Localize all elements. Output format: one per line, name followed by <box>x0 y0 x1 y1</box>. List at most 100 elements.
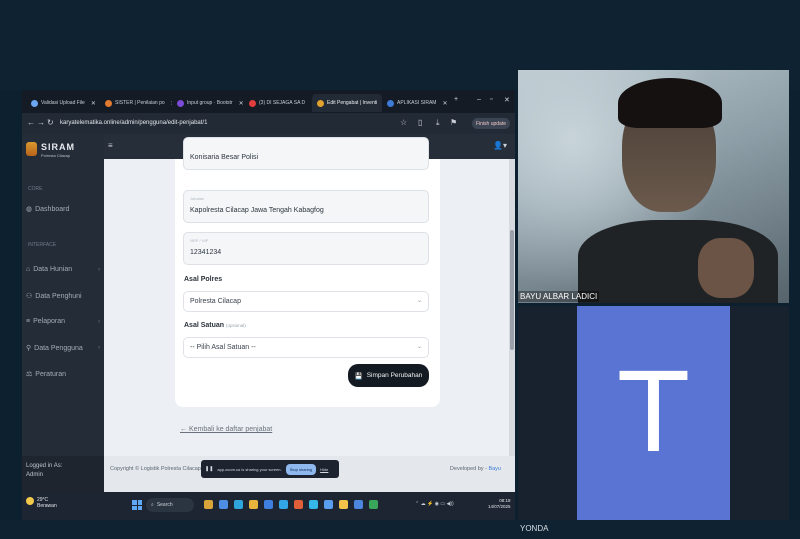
close-icon[interactable]: ✕ <box>91 100 96 107</box>
url-field[interactable]: karyatelematika.online/admin/pengguna/ed… <box>60 120 207 126</box>
star-icon[interactable]: ☆ <box>400 118 407 127</box>
polres-select[interactable]: Polresta Cilacap ⌄ <box>183 291 429 312</box>
taskbar-app-icon[interactable] <box>234 500 243 509</box>
developer-credit: Developed by - Bayu <box>449 466 501 472</box>
sidebar-item-dashboard[interactable]: ◍ Dashboard <box>26 205 100 214</box>
rules-icon: ⚖ <box>26 371 33 378</box>
users-icon: ⚇ <box>26 293 33 300</box>
chevron-right-icon: › <box>98 345 100 351</box>
tab-edit-pengabat[interactable]: Edit Pengabat | Inventi✕ <box>312 94 382 112</box>
satuan-label: Asal Satuan (opsional) <box>184 322 246 329</box>
taskbar-clock[interactable]: 08:18 14/07/2025 <box>488 498 511 510</box>
tab-sister[interactable]: SISTER | Penilaian po✕ <box>100 94 172 112</box>
taskbar-app-icon[interactable] <box>339 500 348 509</box>
pangkat-field[interactable]: Konisaria Besar Polisi <box>183 137 429 170</box>
taskbar-app-icon[interactable] <box>294 500 303 509</box>
forward-icon[interactable]: → <box>37 118 45 127</box>
save-button[interactable]: 💾 Simpan Perubahan <box>348 364 429 387</box>
weather-widget[interactable]: 29°C Berawan <box>26 497 57 509</box>
satuan-select[interactable]: -- Pilih Asal Satuan -- ⌄ <box>183 337 429 358</box>
edit-form-card: Konisaria Besar Polisi Jabatan Kapolrest… <box>175 137 440 407</box>
save-icon: 💾 <box>354 372 363 380</box>
sidebar-section-core: CORE <box>28 186 43 192</box>
taskbar-app-icon[interactable] <box>369 500 378 509</box>
stop-sharing-button[interactable]: Stop sharing <box>285 463 317 475</box>
taskbar-app-icon[interactable] <box>249 500 258 509</box>
tab-validasi[interactable]: Validasi Upload File ✕ <box>26 94 100 112</box>
taskbar-app-icon[interactable] <box>324 500 333 509</box>
maximize-icon[interactable]: ▫ <box>490 96 492 103</box>
taskbar-app-icon[interactable] <box>309 500 318 509</box>
home-icon: ⌂ <box>26 266 31 273</box>
dashboard-icon: ◍ <box>26 206 33 213</box>
tab-youtube[interactable]: (3) DI SEJAGA SA D✕ <box>244 94 312 112</box>
taskbar-app-icon[interactable] <box>204 500 213 509</box>
screen-share-banner: ❚❚ app.zoom.us is sharing your screen. S… <box>201 460 339 478</box>
taskbar-search[interactable]: ⌕ Search <box>146 498 194 512</box>
finish-update-button[interactable]: Finish update <box>472 118 510 129</box>
sidebar: SIRAM Polresta Cilacap CORE ◍ Dashboard I… <box>22 134 104 456</box>
taskbar-app-icon[interactable] <box>354 500 363 509</box>
sidebar-item-data-pengguna[interactable]: ⚲ Data Pengguna › <box>26 344 100 353</box>
person-hair <box>618 78 722 128</box>
chevron-down-icon: ⌄ <box>416 298 422 304</box>
copyright-text: Copyright © Logistik Polresta Cilacap <box>110 466 201 472</box>
developer-link[interactable]: Bayu <box>488 466 501 472</box>
participant-name: BAYU ALBAR LADICI <box>518 291 600 302</box>
page-footer: Copyright © Logistik Polresta Cilacap De… <box>104 456 515 492</box>
tab-favicon <box>31 99 38 107</box>
logged-in-label: Logged in As: <box>26 463 63 469</box>
participant-name-2: YONDA <box>520 524 549 533</box>
jabatan-field[interactable]: Jabatan Kapolresta Cilacap Jawa Tengah K… <box>183 190 429 223</box>
user-menu-icon[interactable]: 👤▾ <box>493 141 507 150</box>
logged-in-user: Admin <box>26 472 44 478</box>
scrollbar-thumb[interactable] <box>510 230 514 350</box>
start-icon[interactable] <box>132 500 142 510</box>
taskbar-app-icon[interactable] <box>264 500 273 509</box>
search-icon: ⌕ <box>151 502 154 508</box>
tab-bootstrap[interactable]: Input group · Bootstr ✕ <box>172 94 244 112</box>
sidebar-item-data-penghuni[interactable]: ⚇ Data Penghuni <box>26 292 100 301</box>
tab-favicon <box>387 99 394 107</box>
participant-avatar: T <box>577 306 730 520</box>
minimize-icon[interactable]: – <box>477 96 481 103</box>
tab-favicon <box>317 99 324 107</box>
download-icon[interactable]: ⤓ <box>436 118 440 128</box>
nrp-field[interactable]: NRP / NIP 12341234 <box>183 232 429 265</box>
menu-toggle-icon[interactable]: ≡ <box>108 141 113 150</box>
sidebar-item-data-hunian[interactable]: ⌂ Data Hunian › <box>26 266 100 273</box>
tab-favicon <box>177 99 184 107</box>
bottom-band <box>0 520 800 539</box>
brand: SIRAM Polresta Cilacap <box>26 142 75 158</box>
shared-screen: Validasi Upload File ✕ SISTER | Penilaian… <box>22 90 515 520</box>
chevron-right-icon: › <box>98 318 100 325</box>
back-link[interactable]: ← Kembali ke daftar penjabat <box>180 426 272 433</box>
system-tray[interactable]: ⌃ ☁ ⚡ ◉ ▭ ◀)) <box>415 501 454 507</box>
polres-label: Asal Polres <box>184 276 223 283</box>
weather-icon <box>26 497 34 505</box>
tab-favicon <box>249 99 256 107</box>
person-hand <box>698 238 754 298</box>
new-tab-icon[interactable]: + <box>454 96 458 103</box>
tab-siram[interactable]: APLIKASI SIRAM ✕ <box>382 94 452 112</box>
extension-icon[interactable]: ⚑ <box>450 118 457 127</box>
taskbar: 29°C Berawan ⌕ Search ⌃ ☁ ⚡ ◉ ▭ ◀)) 08:18 1… <box>22 492 515 520</box>
hide-button[interactable]: Hide <box>320 467 328 472</box>
back-icon[interactable]: ← <box>27 118 35 127</box>
taskbar-app-icon[interactable] <box>279 500 288 509</box>
pause-icon: ❚❚ <box>205 466 214 472</box>
user-icon: ⚲ <box>26 345 32 352</box>
reload-icon[interactable]: ↻ <box>47 118 54 127</box>
sidebar-icon[interactable]: ▯ <box>418 118 422 127</box>
window-close-icon[interactable]: ✕ <box>504 96 510 104</box>
tab-favicon <box>105 99 112 107</box>
sidebar-section-interface: INTERFACE <box>28 242 57 248</box>
sidebar-item-pelaporan[interactable]: ≡ Pelaporan › <box>26 318 100 325</box>
participant-video <box>518 70 789 303</box>
taskbar-app-icon[interactable] <box>219 500 228 509</box>
close-icon[interactable]: ✕ <box>239 100 244 107</box>
police-logo-icon <box>26 142 37 156</box>
close-icon[interactable]: ✕ <box>442 100 447 107</box>
sidebar-item-peraturan[interactable]: ⚖ Peraturan <box>26 370 100 379</box>
chevron-right-icon: › <box>98 266 100 273</box>
